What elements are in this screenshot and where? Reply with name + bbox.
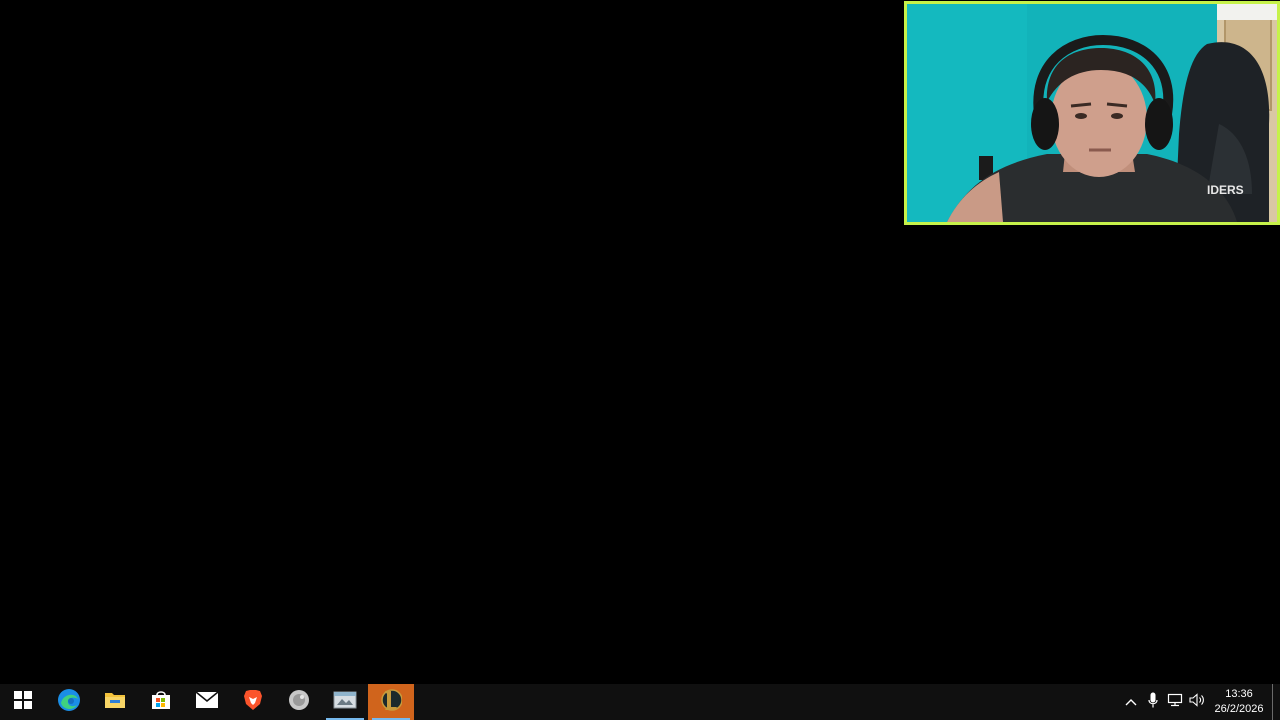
taskbar: 13:36 26/2/2026 xyxy=(0,684,1280,720)
grey-circle-app-icon xyxy=(288,689,310,716)
brave-lion-icon xyxy=(243,689,263,716)
edge-icon xyxy=(57,688,81,717)
volume-icon xyxy=(1189,692,1205,712)
store-button[interactable] xyxy=(138,684,184,720)
webcam-overlay: IDERS xyxy=(904,1,1280,225)
app-button[interactable] xyxy=(276,684,322,720)
store-icon xyxy=(150,689,172,716)
folder-icon xyxy=(104,690,126,715)
network-button[interactable] xyxy=(1164,684,1186,720)
chevron-up-icon xyxy=(1125,693,1137,711)
show-hidden-icons-button[interactable] xyxy=(1120,684,1142,720)
svg-text:IDERS: IDERS xyxy=(1207,183,1244,197)
show-desktop-button[interactable] xyxy=(1272,684,1280,720)
mail-button[interactable] xyxy=(184,684,230,720)
clock[interactable]: 13:36 26/2/2026 xyxy=(1208,684,1270,720)
brave-button[interactable] xyxy=(230,684,276,720)
microphone-button[interactable] xyxy=(1142,684,1164,720)
network-icon xyxy=(1167,693,1183,712)
clock-date: 26/2/2026 xyxy=(1214,703,1264,715)
volume-button[interactable] xyxy=(1186,684,1208,720)
league-of-legends-icon xyxy=(380,688,403,717)
window-app-icon xyxy=(333,690,357,715)
edge-button[interactable] xyxy=(46,684,92,720)
windows-logo-icon xyxy=(14,690,32,714)
file-explorer-button[interactable] xyxy=(92,684,138,720)
start-button[interactable] xyxy=(0,684,46,720)
app-window-button[interactable] xyxy=(322,684,368,720)
league-client-button[interactable] xyxy=(368,684,414,720)
microphone-icon xyxy=(1148,692,1158,713)
system-tray: 13:36 26/2/2026 xyxy=(1120,684,1280,720)
mail-icon xyxy=(195,690,219,714)
clock-time: 13:36 xyxy=(1225,688,1253,700)
